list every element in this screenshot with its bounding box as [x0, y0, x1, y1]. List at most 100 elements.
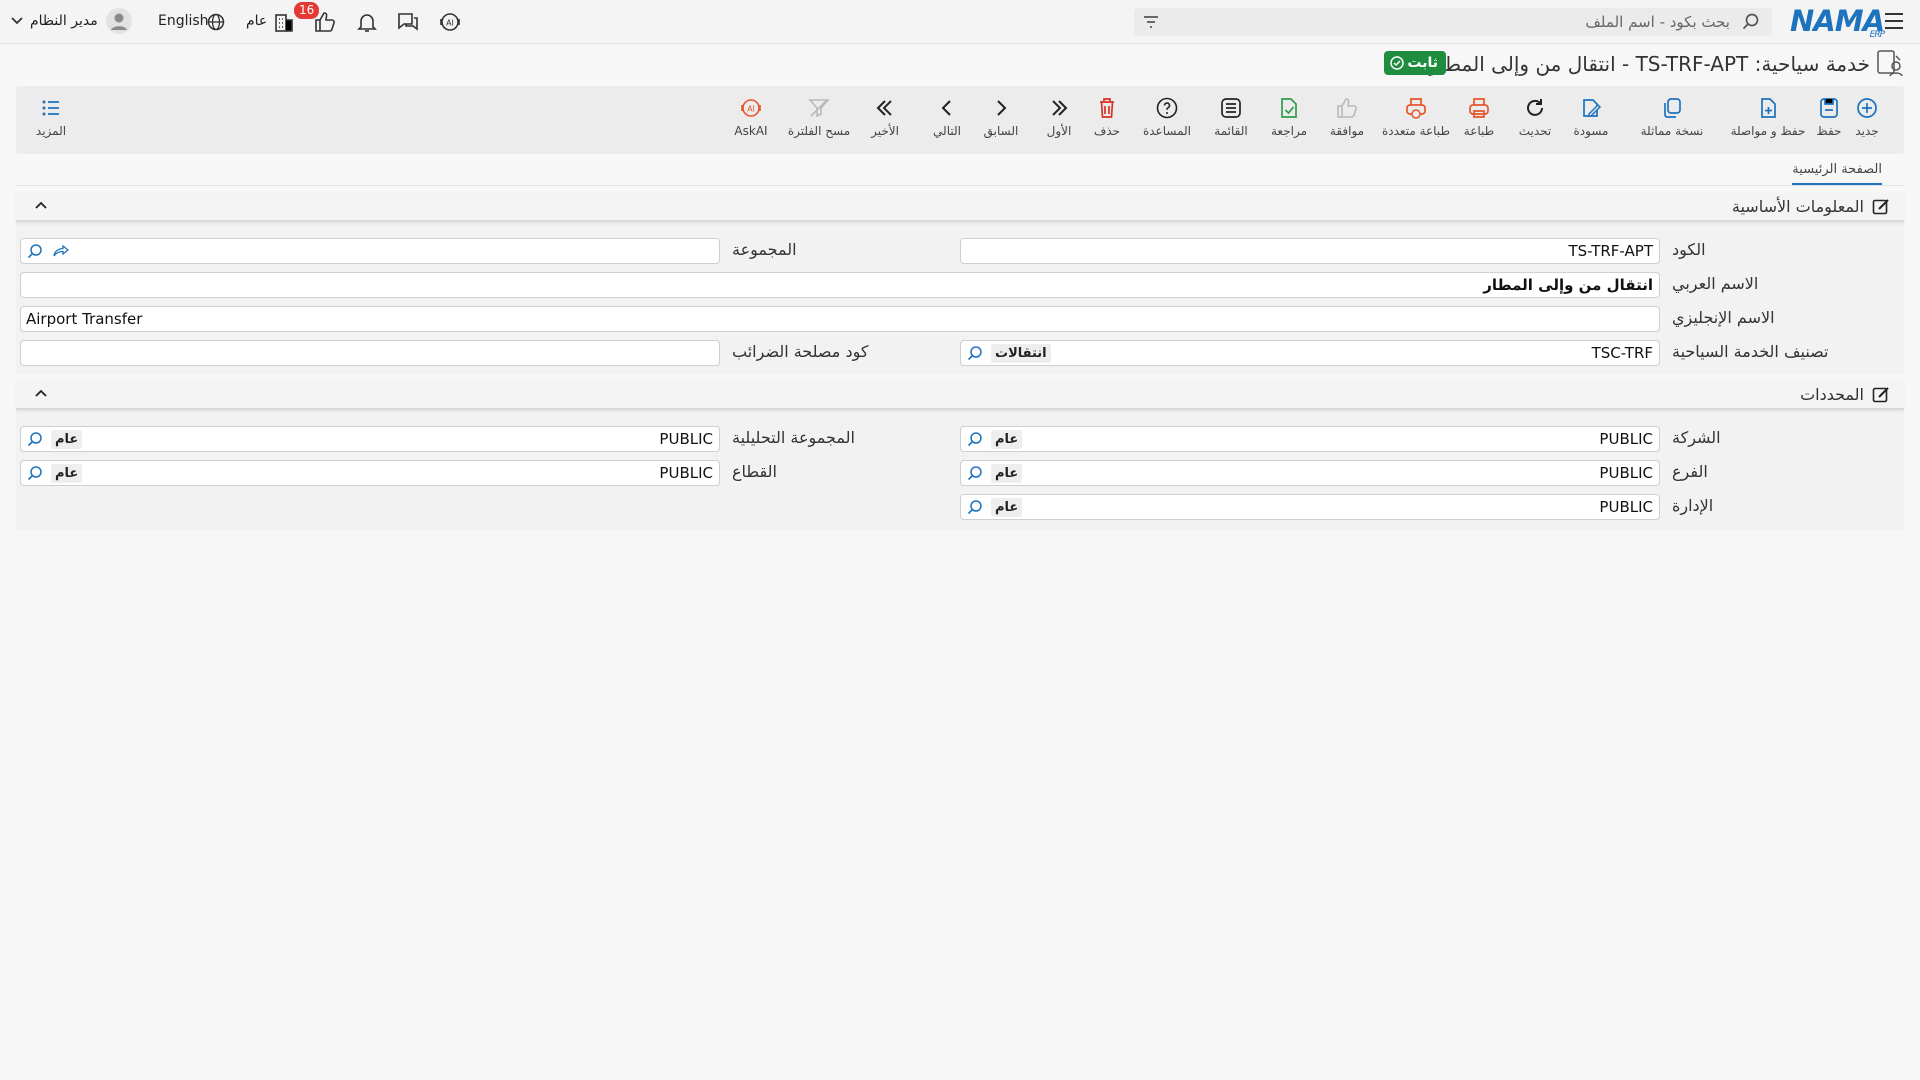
- tax-code-label: كود مصلحة الضرائب: [732, 342, 869, 361]
- group-field[interactable]: [20, 238, 720, 264]
- branch-field[interactable]: PUBLIC عام: [960, 460, 1660, 486]
- edit-icon: [1872, 387, 1889, 403]
- more-label: المزيد: [35, 124, 67, 138]
- classification-name: انتقالات: [991, 344, 1051, 363]
- analysis-group-name: عام: [51, 430, 83, 449]
- company-field[interactable]: PUBLIC عام: [960, 426, 1660, 452]
- company-label: الشركة: [1672, 428, 1721, 447]
- classification-field[interactable]: TSC-TRF انتقالات: [960, 340, 1660, 366]
- askai-label: AskAI: [734, 124, 768, 138]
- status-label: ثابت: [1407, 55, 1438, 71]
- basic-info-title: المعلومات الأساسية: [1731, 197, 1864, 216]
- tab-main[interactable]: الصفحة الرئيسية: [1792, 162, 1882, 185]
- file-plus-icon: [1761, 98, 1776, 118]
- next-record-button[interactable]: التالي: [912, 96, 982, 138]
- code-field[interactable]: TS-TRF-APT: [960, 238, 1660, 264]
- clear-filter-button[interactable]: مسح الفلترة: [782, 96, 856, 138]
- code-value: TS-TRF-APT: [1568, 242, 1654, 260]
- list-button[interactable]: القائمة: [1196, 96, 1266, 138]
- collapse-chevron-up-icon[interactable]: [34, 200, 48, 210]
- language-switch[interactable]: English: [158, 13, 209, 29]
- department-field[interactable]: PUBLIC عام: [960, 494, 1660, 520]
- more-list-icon: [42, 100, 59, 116]
- multi-print-button[interactable]: طباعة متعددة: [1370, 96, 1462, 138]
- hamburger-menu-icon[interactable]: [1884, 12, 1904, 30]
- thumbs-up-icon: [1337, 98, 1357, 118]
- refresh-icon: [1527, 99, 1543, 116]
- notification-count-badge: 16: [294, 2, 320, 19]
- lookup-search-icon[interactable]: [967, 499, 983, 515]
- askai-button[interactable]: AI AskAI: [716, 96, 786, 138]
- notification-bell-icon[interactable]: [355, 10, 379, 34]
- svg-text:AI: AI: [747, 105, 755, 114]
- search-icon: [1742, 13, 1760, 31]
- chat-icon[interactable]: [396, 10, 420, 34]
- department-name: عام: [991, 498, 1023, 517]
- collapse-chevron-up-icon[interactable]: [34, 388, 48, 398]
- user-name[interactable]: مدير النظام: [30, 13, 98, 29]
- check-circle-icon: [1390, 56, 1404, 70]
- basic-info-header[interactable]: المعلومات الأساسية: [16, 192, 1904, 222]
- duplicate-button[interactable]: نسخة مماثلة: [1630, 96, 1714, 138]
- department-code: PUBLIC: [1599, 498, 1653, 516]
- help-label: المساعدة: [1142, 124, 1192, 138]
- double-chevron-left-icon: [876, 100, 892, 116]
- lookup-search-icon[interactable]: [967, 345, 983, 361]
- duplicate-label: نسخة مماثلة: [1640, 124, 1704, 138]
- tab-divider: [16, 185, 1904, 186]
- last-record-button[interactable]: الأخير: [850, 96, 920, 138]
- last-label: الأخير: [871, 124, 899, 138]
- logo[interactable]: NAMA ERP: [1790, 4, 1885, 40]
- lookup-search-icon[interactable]: [967, 431, 983, 447]
- clear-filter-label: مسح الفلترة: [787, 124, 851, 138]
- user-avatar-icon[interactable]: [106, 8, 132, 34]
- save-continue-button[interactable]: حفظ و مواصلة: [1722, 96, 1814, 138]
- chevron-right-icon: [997, 100, 1007, 116]
- code-label: الكود: [1672, 240, 1706, 259]
- status-badge: ثابت: [1384, 51, 1446, 75]
- search-input[interactable]: بحث بكود - اسم الملف: [1134, 8, 1772, 36]
- english-name-label: الاسم الإنجليزي: [1672, 308, 1775, 327]
- sector-name: عام: [51, 464, 83, 483]
- dimensions-title: المحددات: [1800, 385, 1864, 404]
- building-icon[interactable]: [272, 10, 296, 34]
- double-chevron-right-icon: [1052, 100, 1068, 116]
- group-label: المجموعة: [732, 240, 797, 259]
- sector-field[interactable]: PUBLIC عام: [20, 460, 720, 486]
- file-check-icon: [1281, 98, 1297, 118]
- dimensions-section: المحددات الشركة PUBLIC عام المجموعة التح…: [16, 380, 1904, 530]
- edit-draft-icon: [1583, 99, 1602, 117]
- lookup-search-icon[interactable]: [27, 243, 43, 259]
- lookup-search-icon[interactable]: [27, 465, 43, 481]
- scope-label[interactable]: عام: [246, 13, 267, 29]
- classification-code: TSC-TRF: [1591, 344, 1653, 362]
- ai-assistant-icon: AI: [741, 99, 761, 117]
- save-icon: [1820, 98, 1838, 118]
- help-button[interactable]: المساعدة: [1132, 96, 1202, 138]
- lookup-search-icon[interactable]: [27, 431, 43, 447]
- tax-code-field[interactable]: [20, 340, 720, 366]
- classification-label: تصنيف الخدمة السياحية: [1672, 342, 1829, 361]
- arabic-name-field[interactable]: انتقال من وإلى المطار: [20, 272, 1660, 298]
- analysis-group-field[interactable]: PUBLIC عام: [20, 426, 720, 452]
- next-label: التالي: [933, 124, 961, 138]
- lookup-search-icon[interactable]: [967, 465, 983, 481]
- forward-link-icon[interactable]: [53, 244, 69, 258]
- more-button[interactable]: المزيد: [16, 96, 86, 138]
- dimensions-header[interactable]: المحددات: [16, 380, 1904, 410]
- filter-icon[interactable]: [1142, 14, 1160, 30]
- basic-info-section: المعلومات الأساسية الكود TS-TRF-APT المج…: [16, 192, 1904, 374]
- top-bar: NAMA ERP بحث بكود - اسم الملف AI 16 عام E…: [0, 0, 1920, 44]
- chevron-left-icon: [941, 100, 951, 116]
- english-name-field[interactable]: Airport Transfer: [20, 306, 1660, 332]
- sector-code: PUBLIC: [659, 464, 713, 482]
- chevron-down-icon[interactable]: [10, 16, 34, 40]
- ai-assistant-icon[interactable]: AI: [438, 10, 462, 34]
- sector-label: القطاع: [732, 462, 777, 481]
- department-label: الإدارة: [1672, 496, 1714, 515]
- svg-text:AI: AI: [446, 19, 454, 28]
- globe-icon[interactable]: [206, 10, 230, 34]
- printer-icon: [1469, 98, 1489, 118]
- help-icon: [1156, 97, 1178, 119]
- analysis-group-code: PUBLIC: [659, 430, 713, 448]
